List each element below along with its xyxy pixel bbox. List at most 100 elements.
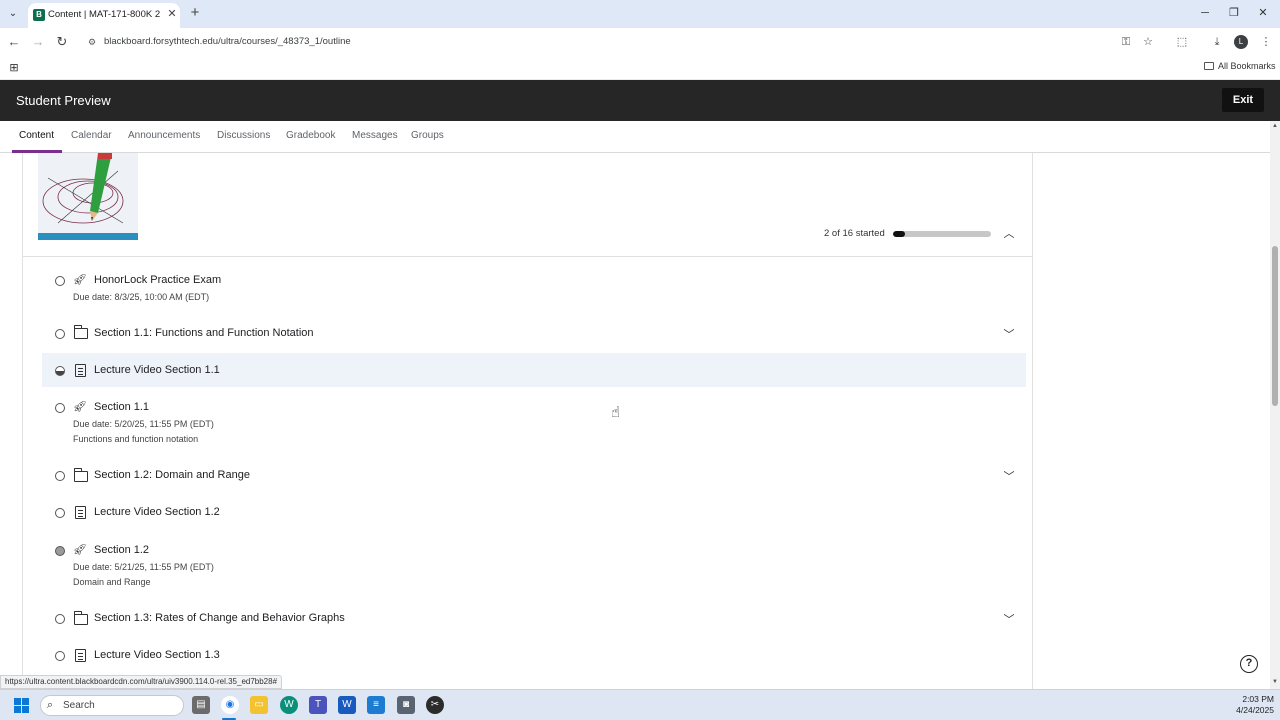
item-due-date: Due date: 5/20/25, 11:55 PM (EDT) (73, 419, 214, 429)
back-icon[interactable]: ← (6, 34, 22, 50)
system-clock[interactable]: 2:03 PM 4/24/2025 (1222, 694, 1274, 716)
extensions-icon[interactable]: ⬚ (1174, 34, 1190, 50)
tab-gradebook[interactable]: Gradebook (286, 130, 335, 141)
expand-chevron-down-icon[interactable]: ﹀ (1001, 613, 1017, 627)
notepad-icon[interactable]: ≡ (367, 696, 385, 714)
document-icon (75, 649, 86, 662)
bookmarks-bar: ⊞ All Bookmarks (0, 56, 1280, 80)
item-description: Functions and function notation (73, 434, 199, 444)
status-not-started-icon (55, 329, 65, 339)
minimize-icon[interactable]: ─ (1196, 5, 1214, 21)
tab-calendar[interactable]: Calendar (71, 130, 112, 141)
windows-taskbar: ⌕ Search ▤ ◉ ▭ W T W ≡ ◙ ✂ 2:03 PM 4/24/… (0, 689, 1280, 720)
scrollbar-thumb[interactable] (1272, 246, 1278, 406)
scroll-up-arrow-icon[interactable]: ▲ (1271, 123, 1279, 131)
status-not-started-icon (55, 651, 65, 661)
item-description: Domain and Range (73, 577, 151, 587)
downloads-icon[interactable]: ⤓ (1209, 34, 1225, 50)
item-due-date: Due date: 5/21/25, 11:55 PM (EDT) (73, 562, 214, 572)
all-bookmarks-button[interactable]: All Bookmarks (1204, 61, 1276, 71)
url-text: blackboard.forsythtech.edu/ultra/courses… (104, 36, 351, 47)
menu-kebab-icon[interactable]: ⋮ (1258, 34, 1274, 50)
folder-icon (74, 325, 88, 339)
teams-icon[interactable]: T (309, 696, 327, 714)
reload-icon[interactable]: ↻ (54, 34, 70, 50)
hand-cursor-icon: ☝︎ (611, 404, 621, 421)
address-bar[interactable]: ⚙ blackboard.forsythtech.edu/ultra/cours… (80, 31, 1170, 53)
item-title-section-1-3-folder[interactable]: Section 1.3: Rates of Change and Behavio… (94, 612, 345, 624)
document-icon (75, 506, 86, 519)
restore-icon[interactable]: ❐ (1225, 5, 1243, 21)
password-key-icon[interactable]: ⚿ (1118, 34, 1134, 50)
clock-time: 2:03 PM (1242, 694, 1274, 704)
item-title-section-1-1[interactable]: Section 1.1 (94, 401, 149, 413)
rocket-icon: 🚀︎ (73, 274, 87, 286)
status-viewed-icon (55, 546, 65, 556)
tab-groups[interactable]: Groups (411, 130, 444, 141)
item-title-section-1-2[interactable]: Section 1.2 (94, 544, 149, 556)
browser-tab-strip: ⌄ B Content | MAT-171-800K 2025... ✕ + ─… (0, 0, 1280, 28)
close-window-icon[interactable]: ✕ (1254, 5, 1272, 21)
new-tab-icon[interactable]: + (187, 5, 203, 21)
blackboard-favicon-icon: B (33, 9, 45, 21)
tab-discussions[interactable]: Discussions (217, 130, 270, 141)
section-divider (23, 256, 1032, 257)
status-in-progress-icon (55, 366, 65, 376)
item-title-lecture-video-1-2[interactable]: Lecture Video Section 1.2 (94, 506, 220, 518)
site-info-icon[interactable]: ⚙ (86, 36, 98, 48)
item-title-lecture-video-1-1[interactable]: Lecture Video Section 1.1 (94, 364, 220, 376)
progress-bar (893, 231, 991, 237)
item-title-section-1-1-folder[interactable]: Section 1.1: Functions and Function Nota… (94, 327, 314, 339)
tab-messages[interactable]: Messages (352, 130, 398, 141)
browser-toolbar: ← → ↻ ⚙ blackboard.forsythtech.edu/ultra… (0, 28, 1280, 56)
windows-start-icon[interactable] (14, 698, 30, 714)
taskbar-search-box[interactable]: ⌕ Search (40, 695, 184, 716)
link-status-url: https://ultra.content.blackboardcdn.com/… (0, 675, 283, 689)
item-title-honorlock[interactable]: HonorLock Practice Exam (94, 274, 221, 286)
tab-content[interactable]: Content (19, 130, 54, 141)
browser-tab[interactable]: B Content | MAT-171-800K 2025... ✕ (28, 3, 180, 28)
progress-bar-fill (893, 231, 906, 237)
all-bookmarks-label: All Bookmarks (1218, 61, 1276, 71)
apps-grid-icon[interactable]: ⊞ (7, 61, 21, 75)
active-tab-indicator (12, 150, 62, 153)
clock-date: 4/24/2025 (1236, 705, 1274, 715)
tab-search-dropdown-icon[interactable]: ⌄ (6, 7, 20, 21)
item-title-lecture-video-1-3[interactable]: Lecture Video Section 1.3 (94, 649, 220, 661)
tab-announcements[interactable]: Announcements (128, 130, 200, 141)
status-not-started-icon (55, 508, 65, 518)
search-icon: ⌕ (47, 699, 54, 711)
webex-icon[interactable]: W (280, 696, 298, 714)
chrome-icon[interactable]: ◉ (221, 696, 239, 714)
expand-chevron-down-icon[interactable]: ﹀ (1001, 470, 1017, 484)
exit-preview-button[interactable]: Exit (1222, 88, 1264, 112)
student-preview-title: Student Preview (16, 93, 111, 108)
scroll-down-arrow-icon[interactable]: ▼ (1271, 679, 1279, 687)
file-explorer-icon[interactable]: ▭ (250, 696, 268, 714)
course-banner-image (38, 153, 138, 240)
profile-avatar[interactable]: L (1234, 35, 1248, 49)
taskbar-search-label: Search (63, 700, 95, 711)
expand-chevron-down-icon[interactable]: ﹀ (1001, 328, 1017, 342)
word-icon[interactable]: W (338, 696, 356, 714)
help-question-icon[interactable]: ? (1240, 655, 1258, 673)
item-due-date: Due date: 8/3/25, 10:00 AM (EDT) (73, 292, 210, 302)
item-title-section-1-2-folder[interactable]: Section 1.2: Domain and Range (94, 469, 250, 481)
close-tab-icon[interactable]: ✕ (165, 7, 179, 21)
math-pencil-illustration (38, 153, 138, 240)
status-not-started-icon (55, 471, 65, 481)
student-preview-bar: Student Preview Exit (0, 80, 1280, 121)
bookmark-star-icon[interactable]: ☆ (1140, 34, 1156, 50)
snipping-tool-icon[interactable]: ✂ (426, 696, 444, 714)
progress-text: 2 of 16 started (824, 228, 885, 239)
task-view-icon[interactable]: ▤ (192, 696, 210, 714)
folder-icon (74, 468, 88, 482)
page-scrollbar[interactable]: ▲ ▼ (1270, 121, 1280, 689)
camera-icon[interactable]: ◙ (397, 696, 415, 714)
tab-title: Content | MAT-171-800K 2025... (48, 9, 160, 20)
right-whitespace (1033, 153, 1270, 693)
forward-icon[interactable]: → (30, 34, 46, 50)
collapse-chevron-up-icon[interactable]: ︿ (1001, 227, 1017, 241)
status-not-started-icon (55, 614, 65, 624)
course-nav: Content Calendar Announcements Discussio… (0, 121, 1270, 153)
